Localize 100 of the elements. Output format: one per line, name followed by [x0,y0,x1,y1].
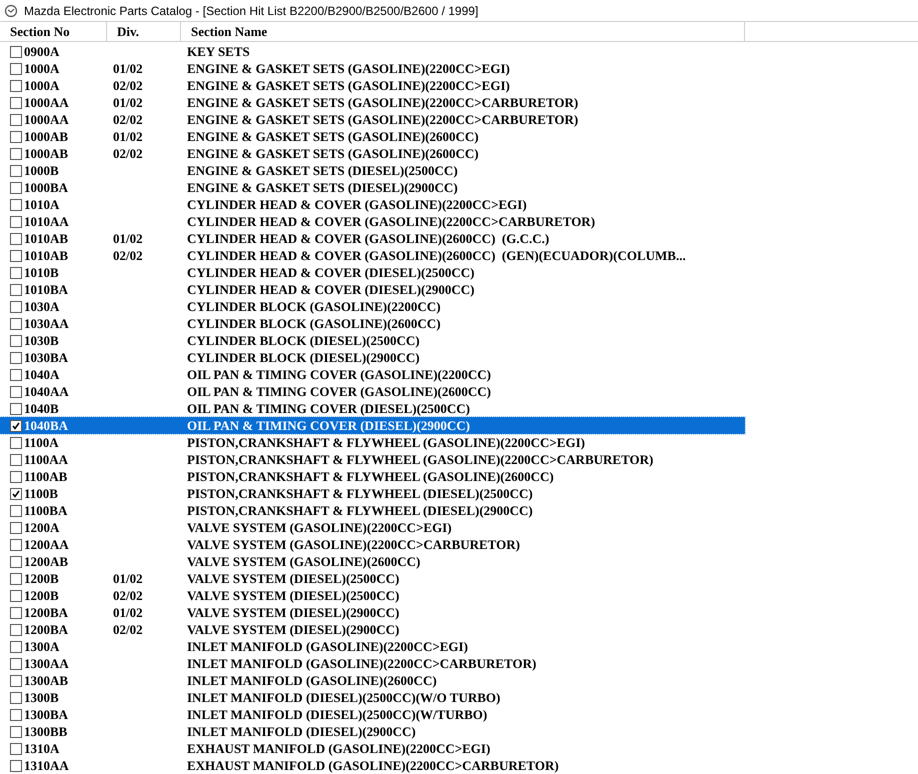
table-row[interactable]: 0900A KEY SETS [0,43,745,60]
checkbox[interactable] [10,130,22,142]
checkbox[interactable] [10,216,22,228]
section-name: EXHAUST MANIFOLD (GASOLINE)(2200CC>CARBURETOR) [187,758,559,773]
table-row[interactable]: 1000A 02/02 ENGINE & GASKET SETS (GASOLINE)(2200CC>EGI) [0,77,745,94]
checkbox[interactable] [10,488,22,500]
table-row[interactable]: 1100BA PISTON,CRANKSHAFT & FLYWHEEL (DIESEL)(2900CC) [0,502,745,519]
checkbox[interactable] [10,46,22,58]
column-header[interactable]: Div. [107,22,181,41]
checkbox[interactable] [10,96,22,108]
table-row[interactable]: 1200AA VALVE SYSTEM (GASOLINE)(2200CC>CARBURETOR) [0,536,745,553]
checkbox[interactable] [10,318,22,330]
table-row[interactable]: 1010A CYLINDER HEAD & COVER (GASOLINE)(2200CC>EGI) [0,196,745,213]
checkbox[interactable] [10,232,22,244]
checkbox[interactable] [10,284,22,296]
checkbox[interactable] [10,164,22,176]
checkbox[interactable] [10,606,22,618]
checkbox[interactable] [10,436,22,448]
table-row[interactable]: 1300BB INLET MANIFOLD (DIESEL)(2900CC) [0,723,745,740]
table-row[interactable]: 1030BA CYLINDER BLOCK (DIESEL)(2900CC) [0,349,745,366]
table-row[interactable]: 1000BA ENGINE & GASKET SETS (DIESEL)(2900CC) [0,179,745,196]
table-row[interactable]: 1040BA OIL PAN & TIMING COVER (DIESEL)(2900CC) [0,417,745,434]
checkbox[interactable] [10,726,22,738]
checkbox[interactable] [10,454,22,466]
checkbox[interactable] [10,368,22,380]
table-row[interactable]: 1000AB 02/02 ENGINE & GASKET SETS (GASOLINE)(2600CC) [0,145,745,162]
table-row[interactable]: 1000AB 01/02 ENGINE & GASKET SETS (GASOLINE)(2600CC) [0,128,745,145]
table-row[interactable]: 1200B 02/02 VALVE SYSTEM (DIESEL)(2500CC) [0,587,745,604]
checkbox[interactable] [10,522,22,534]
column-header[interactable]: Section Name [181,22,745,41]
section-name: ENGINE & GASKET SETS (DIESEL)(2500CC) [187,162,458,178]
table-row[interactable]: 1200A VALVE SYSTEM (GASOLINE)(2200CC>EGI) [0,519,745,536]
checkbox[interactable] [10,402,22,414]
table-row[interactable]: 1000AA 02/02 ENGINE & GASKET SETS (GASOLINE)(2200CC>CARBURETOR) [0,111,745,128]
checkbox[interactable] [10,504,22,516]
checkbox[interactable] [10,658,22,670]
table-row[interactable]: 1310AA EXHAUST MANIFOLD (GASOLINE)(2200CC>CARBURETOR) [0,757,745,774]
checkbox[interactable] [10,674,22,686]
checkbox[interactable] [10,266,22,278]
table-row[interactable]: 1300B INLET MANIFOLD (DIESEL)(2500CC)(W/O TURBO) [0,689,745,706]
checkbox[interactable] [10,62,22,74]
section-number: 1310A [24,740,60,758]
table-row[interactable]: 1010AB 02/02 CYLINDER HEAD & COVER (GASOLINE)(2600CC) (GEN)(ECUADOR)(COLUMB... [0,247,745,264]
checkbox[interactable] [10,742,22,754]
table-row[interactable]: 1040B OIL PAN & TIMING COVER (DIESEL)(2500CC) [0,400,745,417]
section-name: CYLINDER BLOCK (DIESEL)(2900CC) [187,350,420,365]
section-number: 1030B [24,332,59,350]
table-row[interactable]: 1300A INLET MANIFOLD (GASOLINE)(2200CC>EGI) [0,638,745,655]
table-row[interactable]: 1000B ENGINE & GASKET SETS (DIESEL)(2500CC) [0,162,745,179]
table-row[interactable]: 1100AB PISTON,CRANKSHAFT & FLYWHEEL (GASOLINE)(2600CC) [0,468,745,485]
table-row[interactable]: 1100AA PISTON,CRANKSHAFT & FLYWHEEL (GASOLINE)(2200CC>CARBURETOR) [0,451,745,468]
table-row[interactable]: 1010AA CYLINDER HEAD & COVER (GASOLINE)(2200CC>CARBURETOR) [0,213,745,230]
table-row[interactable]: 1000AA 01/02 ENGINE & GASKET SETS (GASOLINE)(2200CC>CARBURETOR) [0,94,745,111]
table-row[interactable]: 1100A PISTON,CRANKSHAFT & FLYWHEEL (GASOLINE)(2200CC>EGI) [0,434,745,451]
table-row[interactable]: 1010AB 01/02 CYLINDER HEAD & COVER (GASOLINE)(2600CC) (G.C.C.) [0,230,745,247]
table-row[interactable]: 1200AB VALVE SYSTEM (GASOLINE)(2600CC) [0,553,745,570]
checkbox[interactable] [10,760,22,772]
table-row[interactable]: 1040AA OIL PAN & TIMING COVER (GASOLINE)(2600CC) [0,383,745,400]
checkbox[interactable] [10,182,22,194]
checkbox[interactable] [10,352,22,364]
table-row[interactable]: 1010BA CYLINDER HEAD & COVER (DIESEL)(2900CC) [0,281,745,298]
checkbox[interactable] [10,470,22,482]
checkbox[interactable] [10,198,22,210]
checkbox[interactable] [10,250,22,262]
table-row[interactable]: 1200B 01/02 VALVE SYSTEM (DIESEL)(2500CC) [0,570,745,587]
column-header[interactable]: Section No [0,22,107,41]
section-name: PISTON,CRANKSHAFT & FLYWHEEL (DIESEL)(2500CC) [187,486,533,501]
section-name: VALVE SYSTEM (DIESEL)(2900CC) [187,622,400,637]
section-number: 1000BA [24,178,68,197]
checkbox[interactable] [10,80,22,92]
checkbox[interactable] [10,148,22,160]
checkbox[interactable] [10,572,22,584]
checkbox[interactable] [10,420,22,432]
table-row[interactable]: 1300AA INLET MANIFOLD (GASOLINE)(2200CC>CARBURETOR) [0,655,745,672]
checkbox[interactable] [10,114,22,126]
table-row[interactable]: 1200BA 01/02 VALVE SYSTEM (DIESEL)(2900CC) [0,604,745,621]
table-row[interactable]: 1300AB INLET MANIFOLD (GASOLINE)(2600CC) [0,672,745,689]
table-row[interactable]: 1010B CYLINDER HEAD & COVER (DIESEL)(2500CC) [0,264,745,281]
table-row[interactable]: 1300BA INLET MANIFOLD (DIESEL)(2500CC)(W/TURBO) [0,706,745,723]
table-row[interactable]: 1200BA 02/02 VALVE SYSTEM (DIESEL)(2900CC) [0,621,745,638]
section-number: 1000AA [24,94,69,112]
table-row[interactable]: 1040A OIL PAN & TIMING COVER (GASOLINE)(2200CC) [0,366,745,383]
checkbox[interactable] [10,624,22,636]
table-row[interactable]: 1030A CYLINDER BLOCK (GASOLINE)(2200CC) [0,298,745,315]
table-row[interactable]: 1000A 01/02 ENGINE & GASKET SETS (GASOLINE)(2200CC>EGI) [0,60,745,77]
table-row[interactable]: 1100B PISTON,CRANKSHAFT & FLYWHEEL (DIESEL)(2500CC) [0,485,745,502]
checkbox[interactable] [10,538,22,550]
section-number: 1000AB [24,144,68,163]
table-row[interactable]: 1310A EXHAUST MANIFOLD (GASOLINE)(2200CC>EGI) [0,740,745,757]
checkbox[interactable] [10,692,22,704]
checkbox[interactable] [10,590,22,602]
checkbox[interactable] [10,386,22,398]
checkbox[interactable] [10,640,22,652]
checkbox[interactable] [10,708,22,720]
checkbox[interactable] [10,300,22,312]
table-row[interactable]: 1030AA CYLINDER BLOCK (GASOLINE)(2600CC) [0,315,745,332]
section-number: 1010B [24,264,59,282]
checkbox[interactable] [10,334,22,346]
table-row[interactable]: 1030B CYLINDER BLOCK (DIESEL)(2500CC) [0,332,745,349]
checkbox[interactable] [10,556,22,568]
